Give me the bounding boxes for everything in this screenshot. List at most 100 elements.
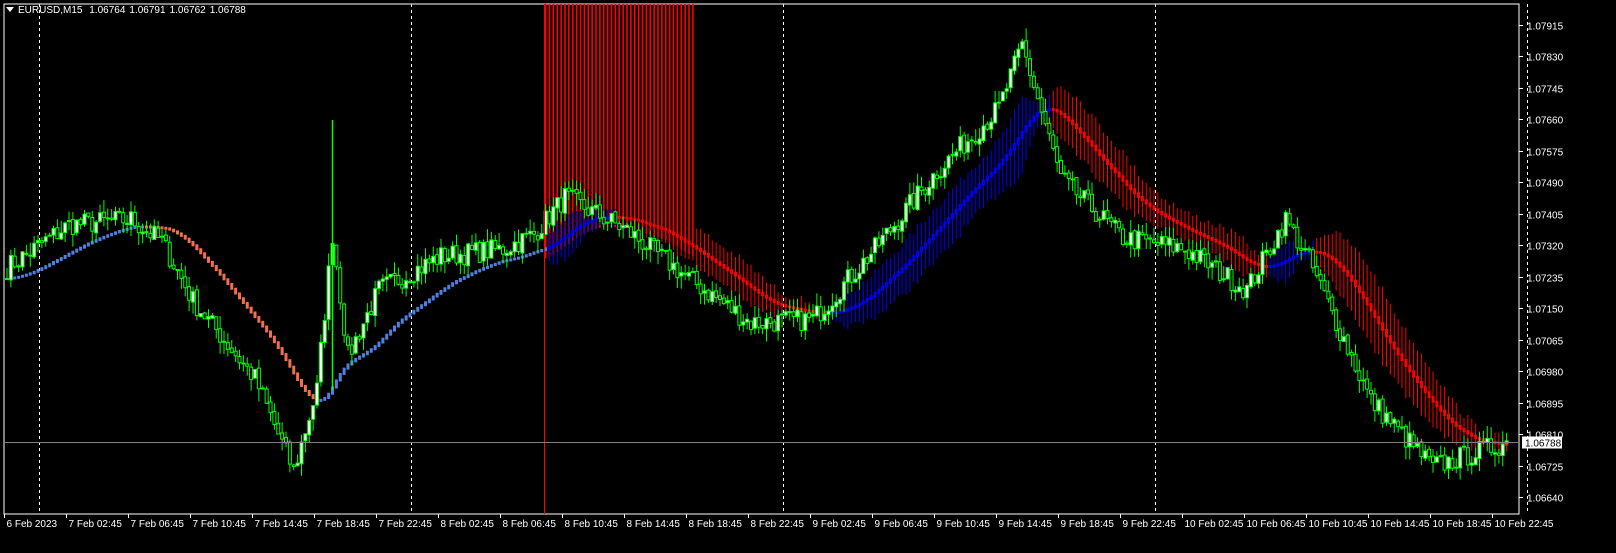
grid: [3, 3, 1528, 515]
ma-candle: [939, 225, 943, 232]
bear-candle: [334, 244, 339, 268]
ma-candle: [1253, 261, 1257, 265]
bull-candle: [450, 245, 455, 259]
ma-candle: [218, 269, 222, 276]
bull-candle: [783, 311, 788, 316]
bull-candle: [361, 323, 366, 339]
ma-candle: [509, 258, 513, 262]
ma-candle: [1435, 400, 1439, 408]
time-tick-label: 9 Feb 22:45: [1123, 519, 1177, 530]
bull-candle: [555, 197, 560, 209]
ma-candle: [993, 167, 997, 174]
ma-candle: [1109, 163, 1113, 170]
bear-candle: [1349, 352, 1354, 356]
bull-candle: [594, 204, 598, 209]
bull-candle: [1175, 242, 1180, 252]
bull-candle: [47, 234, 52, 237]
bear-candle: [799, 311, 804, 332]
time-tick-label: 8 Feb 02:45: [441, 519, 495, 530]
bear-candle: [1396, 420, 1401, 427]
ma-candle: [1470, 432, 1474, 437]
ma-candle: [908, 259, 912, 266]
ma-candle: [94, 239, 98, 243]
bear-candle: [640, 239, 645, 250]
bear-candle: [613, 211, 618, 224]
bull-candle: [1469, 462, 1474, 466]
ma-candle: [52, 261, 55, 266]
bear-candle: [1322, 280, 1327, 292]
ma-candle: [1214, 238, 1218, 243]
dropdown-triangle-icon[interactable]: [6, 7, 14, 12]
ma-candle: [1249, 259, 1253, 264]
bull-candle: [950, 153, 955, 156]
ma-candle: [1152, 205, 1156, 211]
price-tick-label: 1.07745: [1527, 85, 1564, 96]
bear-candle: [1163, 236, 1168, 245]
ma-candle: [176, 230, 179, 235]
ma-candle: [296, 372, 300, 381]
ma-candle: [1354, 279, 1357, 288]
bull-candle: [36, 240, 40, 244]
bear-candle: [1431, 455, 1435, 463]
bear-candle: [1450, 458, 1455, 469]
ma-candle: [238, 292, 241, 300]
ma-candle: [1377, 316, 1381, 325]
ma-candle: [606, 216, 610, 220]
ma-candle: [276, 341, 280, 350]
bear-candle: [400, 284, 405, 289]
ma-candle: [1218, 240, 1222, 245]
ma-candle: [1160, 210, 1164, 216]
bear-candle: [923, 189, 928, 195]
ma-candle: [1063, 113, 1067, 119]
ma-candle: [1191, 227, 1195, 232]
ma-candle: [272, 335, 276, 344]
bear-candle: [1307, 248, 1311, 251]
ma-candle: [1059, 110, 1063, 116]
bull-candle: [318, 341, 323, 383]
bear-candle: [718, 295, 722, 300]
close-price: 1.06788: [209, 5, 246, 16]
bull-candle: [590, 206, 595, 216]
bear-candle: [39, 240, 44, 244]
ma-candle: [625, 216, 629, 220]
time-tick-label: 8 Feb 14:45: [627, 519, 681, 530]
ma-candle: [183, 234, 187, 240]
bull-candle: [1210, 262, 1215, 268]
ma-candle: [241, 297, 245, 305]
ma-candle: [24, 273, 28, 277]
bull-candle: [512, 241, 517, 253]
bull-candle: [380, 278, 385, 282]
ma-candle: [67, 252, 71, 257]
bull-candle: [892, 226, 897, 233]
time-axis[interactable]: 6 Feb 2023 7 Feb 02:45 7 Feb 06:45 7 Feb 10…: [4, 514, 1554, 530]
ma-candle: [245, 302, 249, 309]
bear-candle: [582, 199, 587, 210]
bear-candle: [1074, 176, 1079, 196]
price-axis[interactable]: 1.07915 1.07830 1.07745 1.07660 1.07575 1.074…: [1519, 22, 1564, 505]
bull-candle: [981, 125, 986, 142]
bear-candle: [628, 226, 633, 238]
ma-candle: [1350, 274, 1354, 282]
ma-candle: [648, 222, 652, 226]
bull-candle: [1477, 440, 1482, 459]
ma-candle: [571, 230, 575, 235]
bear-candle: [1140, 232, 1145, 236]
bear-candle: [1055, 146, 1060, 163]
ma-candle: [1187, 225, 1191, 230]
ma-candle: [695, 245, 699, 250]
time-tick-label: 10 Feb 10:45: [1309, 519, 1368, 530]
bear-candle: [272, 410, 277, 425]
ma-candle: [187, 237, 191, 243]
bear-candle: [1078, 195, 1083, 198]
bull-candle: [1136, 230, 1141, 250]
ma-candle: [734, 271, 737, 277]
price-chart[interactable]: 1.07915 1.07830 1.07745 1.07660 1.07575 1.074…: [0, 0, 1616, 553]
bull-candle: [129, 211, 133, 226]
bear-candle: [1229, 268, 1234, 292]
bear-candle: [408, 281, 412, 284]
bull-candle: [373, 288, 378, 316]
bear-candle: [396, 274, 401, 285]
open-price: 1.06764: [89, 5, 126, 16]
bull-candle: [508, 251, 513, 256]
ma-candle: [803, 308, 807, 312]
